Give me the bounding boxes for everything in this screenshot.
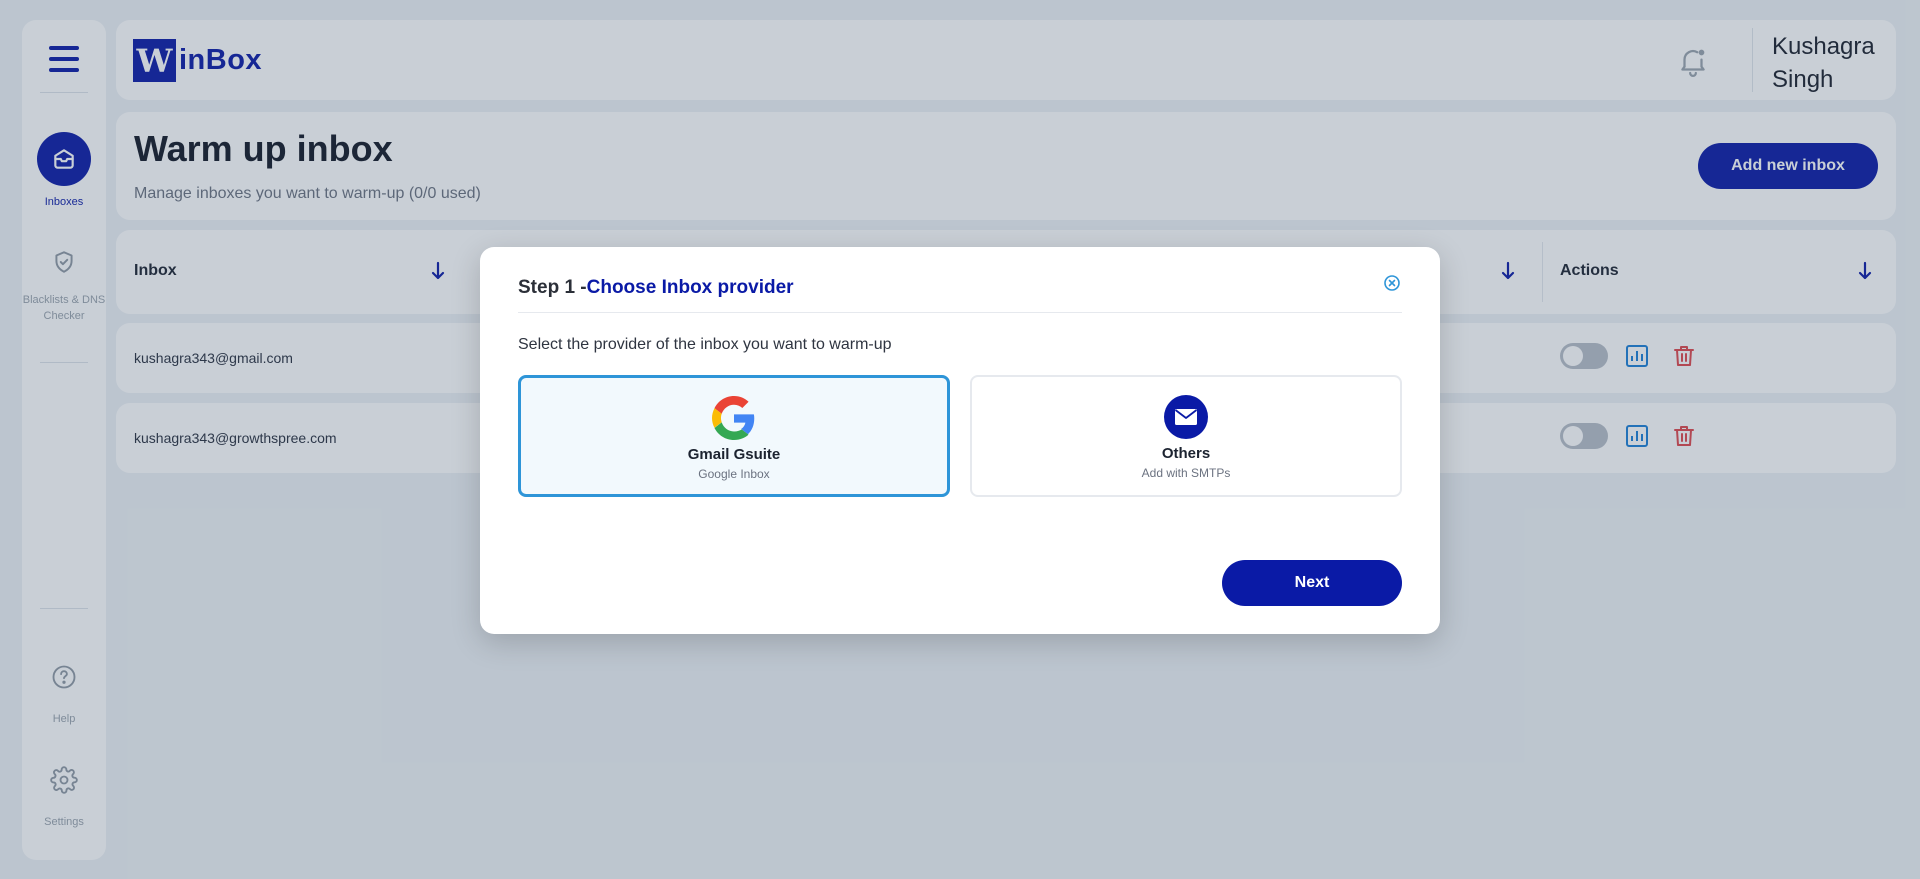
modal-title: Step 1 -Choose Inbox provider	[518, 277, 794, 299]
provider-name: Others	[1161, 445, 1211, 462]
modal-divider	[518, 312, 1402, 313]
provider-card-gmail[interactable]: Gmail Gsuite Google Inbox	[518, 375, 950, 497]
envelope-icon	[1164, 395, 1208, 439]
next-button[interactable]: Next	[1222, 560, 1402, 606]
provider-name: Gmail Gsuite	[687, 446, 781, 463]
provider-card-others[interactable]: Others Add with SMTPs	[970, 375, 1402, 497]
modal-title-text: Choose Inbox provider	[586, 277, 794, 298]
close-icon[interactable]	[1382, 273, 1402, 293]
choose-provider-modal: Step 1 -Choose Inbox provider Select the…	[480, 247, 1440, 634]
provider-subtitle: Add with SMTPs	[1141, 466, 1231, 480]
modal-step-label: Step 1 -	[518, 277, 587, 298]
provider-subtitle: Google Inbox	[698, 467, 770, 481]
google-icon	[712, 396, 755, 440]
modal-description: Select the provider of the inbox you wan…	[518, 336, 892, 353]
